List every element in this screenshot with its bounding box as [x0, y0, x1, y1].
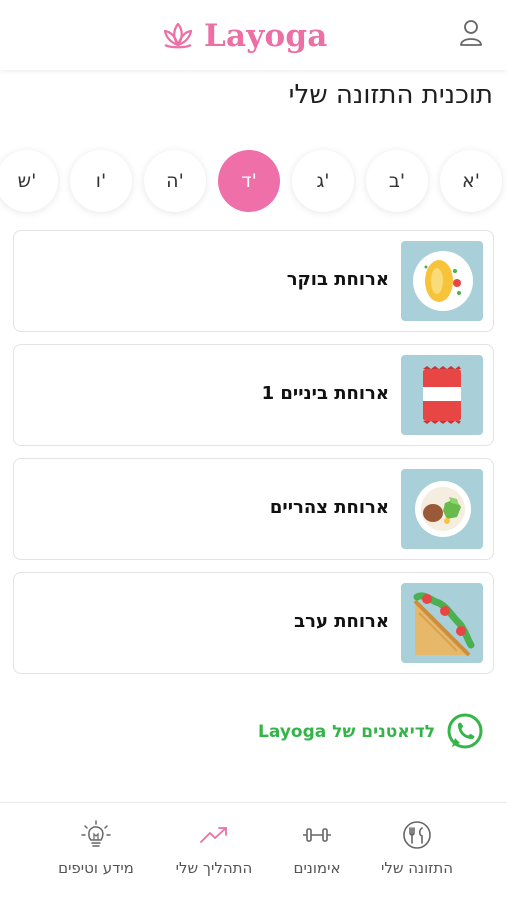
- day-friday[interactable]: ו': [70, 150, 132, 212]
- meal-card-dinner[interactable]: ארוחת ערב: [13, 572, 494, 674]
- app-header: Layoga: [0, 0, 507, 70]
- nav-label: מידע וטיפים: [58, 859, 134, 877]
- day-thursday[interactable]: ה': [144, 150, 206, 212]
- nav-label: אימונים: [293, 859, 341, 877]
- meal-card-snack-1[interactable]: ארוחת ביניים 1: [13, 344, 494, 446]
- bottom-navigation: התזונה שלי אימונים התהליך שלי מידע וטיפי…: [0, 802, 507, 900]
- nav-my-progress[interactable]: התהליך שלי: [154, 819, 274, 877]
- plate-cutlery-icon: [403, 821, 431, 849]
- nav-info-tips[interactable]: מידע וטיפים: [36, 819, 156, 877]
- meal-label: ארוחת בוקר: [286, 269, 389, 290]
- sandwich-icon: [401, 583, 483, 663]
- lightbulb-icon: [81, 820, 111, 847]
- meal-label: ארוחת ביניים 1: [261, 383, 389, 404]
- lotus-icon: [163, 22, 193, 49]
- whatsapp-icon: [447, 713, 483, 749]
- omelette-icon: [401, 241, 483, 321]
- day-saturday[interactable]: ש': [0, 150, 58, 212]
- user-profile-icon[interactable]: [456, 18, 486, 48]
- meal-card-lunch[interactable]: ארוחת צהריים: [13, 458, 494, 560]
- whatsapp-label: לדיאטנים של Layoga: [258, 722, 435, 742]
- brand-name: Layoga: [204, 18, 328, 54]
- meal-card-breakfast[interactable]: ארוחת בוקר: [13, 230, 494, 332]
- nav-workouts[interactable]: אימונים: [257, 819, 377, 877]
- brand-logo[interactable]: Layoga: [160, 12, 328, 60]
- day-sunday[interactable]: א': [440, 150, 502, 212]
- dumbbell-icon: [303, 828, 331, 842]
- snack-bag-icon: [401, 355, 483, 435]
- trend-up-icon: [200, 827, 227, 843]
- day-monday[interactable]: ב': [366, 150, 428, 212]
- day-wednesday[interactable]: ד': [218, 150, 280, 212]
- page-title: תוכנית התזונה שלי: [288, 80, 493, 110]
- day-selector: א' ב' ג' ד' ה' ו' ש': [0, 146, 507, 216]
- whatsapp-dietitians-link[interactable]: לדיאטנים של Layoga: [258, 710, 485, 754]
- nav-label: התהליך שלי: [175, 859, 253, 877]
- lunch-plate-icon: [401, 469, 483, 549]
- meal-label: ארוחת ערב: [294, 611, 389, 632]
- day-tuesday[interactable]: ג': [292, 150, 354, 212]
- meal-label: ארוחת צהריים: [269, 497, 389, 518]
